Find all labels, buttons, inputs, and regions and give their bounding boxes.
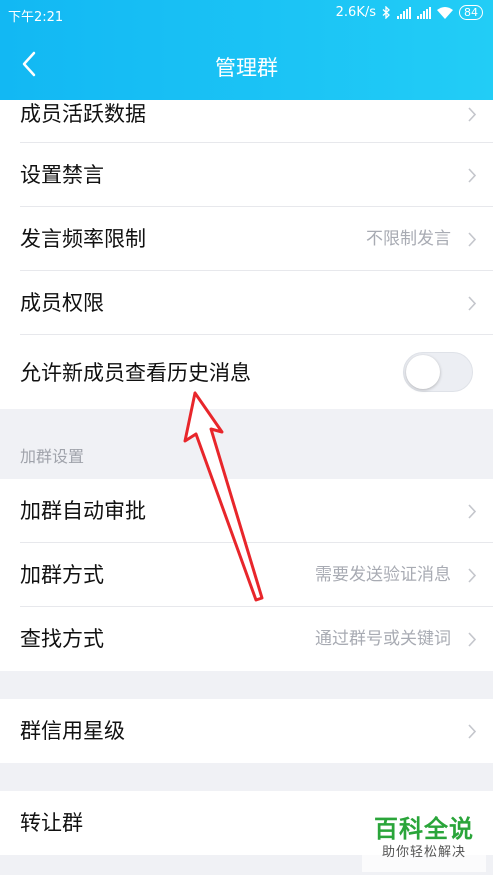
watermark-subtitle: 助你轻松解决	[381, 845, 466, 860]
history-access-toggle[interactable]	[403, 352, 473, 392]
signal-icon	[397, 6, 411, 19]
join-method-row[interactable]: 加群方式 需要发送验证消息	[0, 543, 493, 607]
join-method-label: 加群方式	[20, 563, 104, 587]
chevron-right-icon	[468, 296, 477, 311]
auto-approve-label: 加群自动审批	[20, 499, 146, 523]
speak-rate-value: 不限制发言	[366, 229, 451, 249]
speak-rate-label: 发言频率限制	[20, 227, 146, 251]
history-access-label: 允许新成员查看历史消息	[20, 361, 251, 385]
net-speed: 2.6K/s	[335, 5, 376, 20]
signal-icon	[417, 6, 431, 19]
chevron-right-icon	[468, 568, 477, 583]
page-title: 管理群	[215, 56, 278, 80]
mute-settings-label: 设置禁言	[20, 163, 104, 187]
toggle-knob	[406, 355, 440, 389]
section-header-join: 加群设置	[20, 447, 85, 466]
navigation-bar: 管理群	[0, 28, 493, 100]
wifi-icon	[437, 6, 453, 19]
watermark-logo: 百科全说	[374, 815, 474, 843]
status-time: 下午2:21	[8, 10, 64, 25]
member-permissions-label: 成员权限	[20, 291, 104, 315]
search-method-row[interactable]: 查找方式 通过群号或关键词	[0, 607, 493, 671]
credit-level-row[interactable]: 群信用星级	[0, 699, 493, 763]
status-right: 2.6K/s 84	[336, 5, 483, 20]
chevron-right-icon	[468, 232, 477, 247]
bluetooth-icon	[382, 6, 390, 19]
chevron-right-icon	[468, 168, 477, 183]
search-method-value: 通过群号或关键词	[315, 629, 451, 649]
speak-rate-row[interactable]: 发言频率限制 不限制发言	[0, 207, 493, 271]
battery-icon: 84	[459, 5, 483, 20]
chevron-right-icon	[468, 632, 477, 647]
chevron-right-icon	[468, 504, 477, 519]
status-bar: 下午2:21 2.6K/s 84	[0, 0, 493, 28]
credit-level-label: 群信用星级	[20, 719, 125, 743]
history-access-row: 允许新成员查看历史消息	[0, 335, 493, 409]
search-method-label: 查找方式	[20, 627, 104, 651]
transfer-group-label: 转让群	[20, 811, 83, 835]
join-method-value: 需要发送验证消息	[315, 565, 451, 585]
watermark: 百科全说 助你轻松解决	[362, 810, 486, 872]
chevron-right-icon	[468, 107, 477, 122]
chevron-right-icon	[468, 724, 477, 739]
mute-settings-row[interactable]: 设置禁言	[0, 143, 493, 207]
member-permissions-row[interactable]: 成员权限	[0, 271, 493, 335]
auto-approve-row[interactable]: 加群自动审批	[0, 479, 493, 543]
header-bar-top: 下午2:21 2.6K/s 84 管理群	[0, 0, 493, 100]
